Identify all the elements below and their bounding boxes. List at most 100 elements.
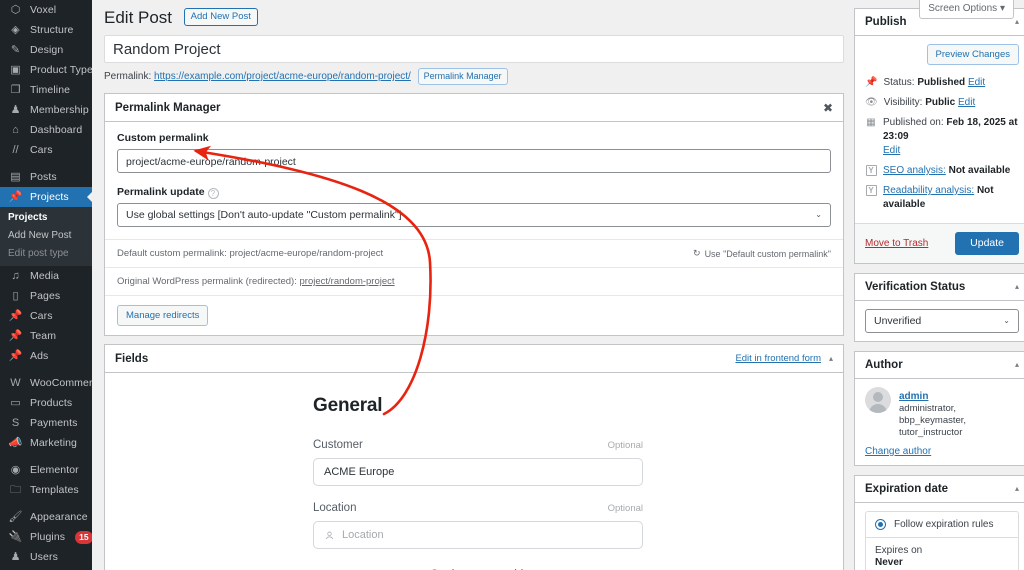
manage-redirects-button[interactable]: Manage redirects [117,305,209,326]
submenu-item-edit-post-type[interactable]: Edit post type [0,245,92,263]
permalink-url-link[interactable]: https://example.com/project/acme-europe/… [154,71,411,82]
close-icon[interactable]: ✖ [823,102,833,114]
customer-label: Customer [313,439,363,451]
collapse-icon[interactable]: ▴ [1015,361,1019,369]
pin-icon: 📌 [8,191,23,203]
sidebar-item-dashboard[interactable]: ⌂ Dashboard [0,120,92,140]
collapse-icon[interactable]: ▴ [1015,18,1019,26]
sidebar-item-product-types[interactable]: ▣ Product Types [0,60,92,80]
permalink-update-value: Use global settings [Don't auto-update "… [126,209,402,221]
sidebar-item-cars[interactable]: // Cars [0,140,92,160]
sidebar-item-timeline[interactable]: ❐ Timeline [0,80,92,100]
sidebar-item-users[interactable]: ♟ Users [0,547,92,567]
sidebar-item-payments[interactable]: S Payments [0,413,92,433]
collapse-icon[interactable]: ▴ [1015,485,1019,493]
seo-analysis-link[interactable]: SEO analysis: [883,165,946,176]
verification-status-body: Unverified ⌄ [855,301,1024,341]
sidebar-item-design[interactable]: ✎ Design [0,40,92,60]
status-row: 📌 Status: Published Edit [865,73,1019,93]
add-new-post-button[interactable]: Add New Post [183,8,258,26]
sidebar-item-label: Marketing [30,437,78,449]
sidebar-item-label: Elementor [30,464,79,476]
yoast-icon: Y [865,165,877,176]
readability-analysis-link[interactable]: Readability analysis: [883,185,974,196]
frontend-form: General Customer Optional ACME Europe Lo… [105,373,843,570]
location-input[interactable]: Location [313,521,643,549]
default-permalink-label: Default custom permalink: [117,248,227,259]
sidebar-item-cars[interactable]: 📌 Cars [0,306,92,326]
menu-separator [0,160,92,167]
help-icon[interactable]: ? [207,188,219,199]
sidebar-item-plugins[interactable]: 🔌 Plugins 15 [0,527,92,547]
sidebar-item-label: Product Types [30,64,92,76]
sidebar-item-voxel[interactable]: ⬡ Voxel [0,0,92,20]
sidebar-item-projects[interactable]: 📌 Projects [0,187,92,207]
customer-field-row: Customer Optional ACME Europe [313,439,643,486]
author-panel-header: Author ▴ [855,352,1024,379]
publish-actions: Move to Trash Update [855,223,1024,263]
move-to-trash-link[interactable]: Move to Trash [865,238,928,249]
megaphone-icon: 📣 [8,437,23,449]
use-default-permalink-label: Use "Default custom permalink" [704,248,831,259]
published-on-row: ▦ Published on: Feb 18, 2025 at 23:09 Ed… [865,113,1019,161]
author-name-link[interactable]: admin [899,391,928,402]
sidebar-item-woocommerce[interactable]: W WooCommerce [0,373,92,393]
collapse-icon[interactable]: ▴ [1015,283,1019,291]
verification-status-panel: Verification Status ▴ Unverified ⌄ [854,273,1024,342]
default-permalink-row: Default custom permalink: project/acme-e… [105,239,843,267]
post-body-content: Edit Post Add New Post Random Project Pe… [104,8,844,570]
customer-optional-tag: Optional [607,440,643,451]
sidebar-item-elementor[interactable]: ◉ Elementor [0,460,92,480]
permalink-manager-button[interactable]: Permalink Manager [417,68,508,85]
chevron-down-icon: ⌄ [815,210,822,219]
permalink-update-select[interactable]: Use global settings [Don't auto-update "… [117,203,831,227]
user-icon: ♟ [10,104,21,116]
sidebar-item-pages[interactable]: ▯ Pages [0,286,92,306]
change-author-link[interactable]: Change author [865,446,1019,457]
radio-icon[interactable] [875,519,886,530]
edit-visibility-link[interactable]: Edit [958,97,975,108]
permalink-manager-body: Custom permalink project/acme-europe/ran… [105,122,843,239]
media-icon: ♫ [11,270,20,282]
expires-on-value: Never [875,557,903,568]
edit-published-date-link[interactable]: Edit [883,144,1019,158]
sidebar-item-label: Users [30,551,58,563]
use-default-permalink-button[interactable]: ↻ Use "Default custom permalink" [693,248,831,259]
original-permalink-link[interactable]: project/random-project [300,276,395,287]
dashboard-icon: ⌂ [12,124,19,136]
pin-icon: 📌 [8,310,23,322]
visibility-label: Visibility: [883,97,923,108]
sidebar-item-posts[interactable]: ▤ Posts [0,167,92,187]
sidebar-item-appearance[interactable]: 🖌 Appearance [0,507,92,527]
author-roles: administrator, bbp_keymaster, tutor_inst… [899,403,967,438]
edit-status-link[interactable]: Edit [968,77,985,88]
submenu-item-add-new-post[interactable]: Add New Post [0,227,92,245]
fields-panel-title: Fields [115,352,149,365]
admin-sidebar[interactable]: ⬡ Voxel ◈ Structure ✎ Design ▣ Product Types ❐ Ti… [0,0,92,570]
expiration-date-header: Expiration date ▴ [855,476,1024,503]
sidebar-item-membership[interactable]: ♟ Membership [0,100,92,120]
screen-options-tab[interactable]: Screen Options ▾ [919,0,1014,19]
sidebar-item-products[interactable]: ▭ Products [0,393,92,413]
original-permalink-label: Original WordPress permalink (redirected… [117,276,297,287]
custom-permalink-input[interactable]: project/acme-europe/random-project [117,149,831,173]
edit-in-frontend-form-link[interactable]: Edit in frontend form [735,353,821,364]
sidebar-item-media[interactable]: ♫ Media [0,266,92,286]
elementor-icon: ◉ [10,464,21,476]
sidebar-item-team[interactable]: 📌 Team [0,326,92,346]
published-on-label: Published on: [883,117,944,128]
folder-icon: 🗀 [10,484,21,496]
update-button[interactable]: Update [955,232,1019,255]
post-title-input[interactable]: Random Project [104,35,844,63]
sidebar-item-templates[interactable]: 🗀 Templates [0,480,92,500]
collapse-icon[interactable]: ▴ [829,354,833,363]
verification-status-select[interactable]: Unverified ⌄ [865,309,1019,333]
sidebar-item-marketing[interactable]: 📣 Marketing [0,433,92,453]
customer-input[interactable]: ACME Europe [313,458,643,486]
submenu-item-projects[interactable]: Projects [0,209,92,227]
follow-expiration-rules-option[interactable]: Follow expiration rules [866,512,1018,537]
sidebar-item-ads[interactable]: 📌 Ads [0,346,92,366]
sidebar-item-label: Design [30,44,64,56]
preview-changes-button[interactable]: Preview Changes [926,44,1019,65]
sidebar-item-structure[interactable]: ◈ Structure [0,20,92,40]
